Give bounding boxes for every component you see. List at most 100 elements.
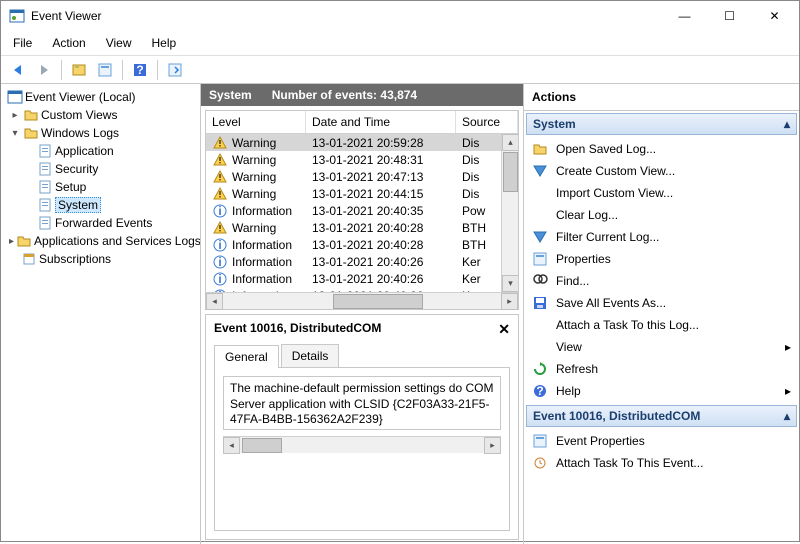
warning-icon	[212, 152, 228, 168]
warning-icon	[212, 220, 228, 236]
event-row[interactable]: iInformation13-01-2021 20:40:35Pow	[206, 202, 518, 219]
vertical-scrollbar[interactable]: ▴ ▾	[501, 134, 518, 292]
action-item[interactable]: Clear Log...	[526, 204, 797, 226]
menu-help[interactable]: Help	[148, 34, 181, 52]
event-row[interactable]: Warning13-01-2021 20:48:31Dis	[206, 151, 518, 168]
menu-action[interactable]: Action	[48, 34, 89, 52]
collapse-icon[interactable]: ▾	[9, 128, 21, 139]
menu-view[interactable]: View	[102, 34, 136, 52]
tree-label: Applications and Services Logs	[34, 234, 201, 248]
information-icon: i	[212, 254, 228, 270]
scrollbar-thumb[interactable]	[242, 438, 282, 453]
scroll-left-icon[interactable]: ◂	[223, 437, 240, 454]
action-item[interactable]: ? Help ▸	[526, 380, 797, 402]
cell-datetime: 13-01-2021 20:40:35	[306, 203, 456, 219]
action-item[interactable]: Import Custom View...	[526, 182, 797, 204]
action-icon	[532, 339, 548, 355]
column-header-level[interactable]: Level	[206, 111, 306, 133]
tab-general[interactable]: General	[214, 345, 279, 368]
action-label: Event Properties	[556, 434, 645, 448]
action-item[interactable]: Attach a Task To this Log...	[526, 314, 797, 336]
scrollbar-thumb[interactable]	[503, 152, 518, 192]
action-label: Clear Log...	[556, 208, 618, 222]
close-window-button[interactable]: ✕	[752, 1, 797, 31]
cell-datetime: 13-01-2021 20:40:28	[306, 237, 456, 253]
information-icon: i	[212, 288, 228, 293]
expand-icon[interactable]: ▸	[9, 236, 14, 247]
event-grid[interactable]: Level Date and Time Source Warning13-01-…	[205, 110, 519, 310]
tree-windows-logs[interactable]: ▾ Windows Logs	[3, 124, 198, 142]
forward-button[interactable]	[33, 59, 55, 81]
tree-subscriptions[interactable]: Subscriptions	[3, 250, 198, 268]
maximize-button[interactable]: ☐	[707, 1, 752, 31]
scroll-right-icon[interactable]: ▸	[484, 437, 501, 454]
actions-header-label: Event 10016, DistributedCOM	[533, 409, 700, 423]
toolbar-separator	[61, 60, 62, 80]
actions-system-header[interactable]: System ▴	[526, 113, 797, 135]
tab-details[interactable]: Details	[281, 344, 340, 367]
event-detail-pane: Event 10016, DistributedCOM ✕ General De…	[205, 314, 519, 540]
action-item[interactable]: View▸	[526, 336, 797, 358]
scroll-right-icon[interactable]: ▸	[501, 293, 518, 310]
navigation-tree[interactable]: Event Viewer (Local) ▸ Custom Views ▾ Wi…	[1, 84, 201, 544]
event-row[interactable]: iInformation13-01-2021 20:40:26Ker	[206, 287, 518, 292]
action-label: Help	[556, 384, 581, 398]
help-button[interactable]: ?	[129, 59, 151, 81]
event-row[interactable]: Warning13-01-2021 20:44:15Dis	[206, 185, 518, 202]
column-header-datetime[interactable]: Date and Time	[306, 111, 456, 133]
action-item[interactable]: Create Custom View...	[526, 160, 797, 182]
event-row[interactable]: iInformation13-01-2021 20:40:26Ker	[206, 253, 518, 270]
tree-root[interactable]: Event Viewer (Local)	[3, 88, 198, 106]
action-item[interactable]: Filter Current Log...	[526, 226, 797, 248]
actions-event-header[interactable]: Event 10016, DistributedCOM ▴	[526, 405, 797, 427]
actions-pane: Actions System ▴ Open Saved Log...Create…	[524, 84, 799, 544]
information-icon: i	[212, 237, 228, 253]
event-row[interactable]: iInformation13-01-2021 20:40:26Ker	[206, 270, 518, 287]
scrollbar-thumb[interactable]	[333, 294, 423, 309]
action-item[interactable]: Event Properties	[526, 430, 797, 452]
tree-log-application[interactable]: Application	[3, 142, 198, 160]
information-icon: i	[212, 271, 228, 287]
scroll-up-icon[interactable]: ▴	[502, 134, 518, 151]
action-item[interactable]: Properties	[526, 248, 797, 270]
back-button[interactable]	[7, 59, 29, 81]
horizontal-scrollbar[interactable]: ◂ ▸	[206, 292, 518, 309]
event-row[interactable]: Warning13-01-2021 20:59:28Dis	[206, 134, 518, 151]
close-detail-button[interactable]: ✕	[498, 321, 510, 338]
action-item[interactable]: Find...	[526, 270, 797, 292]
collapse-icon[interactable]: ▴	[784, 117, 790, 131]
action-item[interactable]: Open Saved Log...	[526, 138, 797, 160]
expand-icon[interactable]: ▸	[9, 110, 21, 121]
tree-label: Application	[55, 144, 114, 158]
collapse-icon[interactable]: ▴	[784, 409, 790, 423]
svg-text:?: ?	[536, 384, 543, 398]
tree-custom-views[interactable]: ▸ Custom Views	[3, 106, 198, 124]
scroll-left-icon[interactable]: ◂	[206, 293, 223, 310]
scroll-down-icon[interactable]: ▾	[502, 275, 518, 292]
action-label: Create Custom View...	[556, 164, 675, 178]
event-row[interactable]: Warning13-01-2021 20:40:28BTH	[206, 219, 518, 236]
action-item[interactable]: Attach Task To This Event...	[526, 452, 797, 474]
tree-log-system[interactable]: System	[3, 196, 198, 214]
show-hide-tree-button[interactable]	[68, 59, 90, 81]
submenu-icon: ▸	[785, 384, 791, 398]
action-pane-button[interactable]	[164, 59, 186, 81]
tree-log-setup[interactable]: Setup	[3, 178, 198, 196]
tree-log-forwarded[interactable]: Forwarded Events	[3, 214, 198, 232]
event-row[interactable]: Warning13-01-2021 20:47:13Dis	[206, 168, 518, 185]
event-row[interactable]: iInformation13-01-2021 20:40:28BTH	[206, 236, 518, 253]
action-item[interactable]: Save All Events As...	[526, 292, 797, 314]
detail-title: Event 10016, DistributedCOM	[214, 321, 381, 338]
action-item[interactable]: Refresh	[526, 358, 797, 380]
content-area: Event Viewer (Local) ▸ Custom Views ▾ Wi…	[1, 84, 799, 544]
properties-button[interactable]	[94, 59, 116, 81]
column-header-source[interactable]: Source	[456, 111, 518, 133]
tree-apps-services[interactable]: ▸ Applications and Services Logs	[3, 232, 198, 250]
menu-file[interactable]: File	[9, 34, 36, 52]
minimize-button[interactable]: —	[662, 1, 707, 31]
horizontal-scrollbar[interactable]: ◂ ▸	[223, 436, 501, 453]
tree-label: Subscriptions	[39, 252, 111, 266]
tree-label: Security	[55, 162, 98, 176]
tree-log-security[interactable]: Security	[3, 160, 198, 178]
cell-level: Warning	[232, 221, 276, 235]
